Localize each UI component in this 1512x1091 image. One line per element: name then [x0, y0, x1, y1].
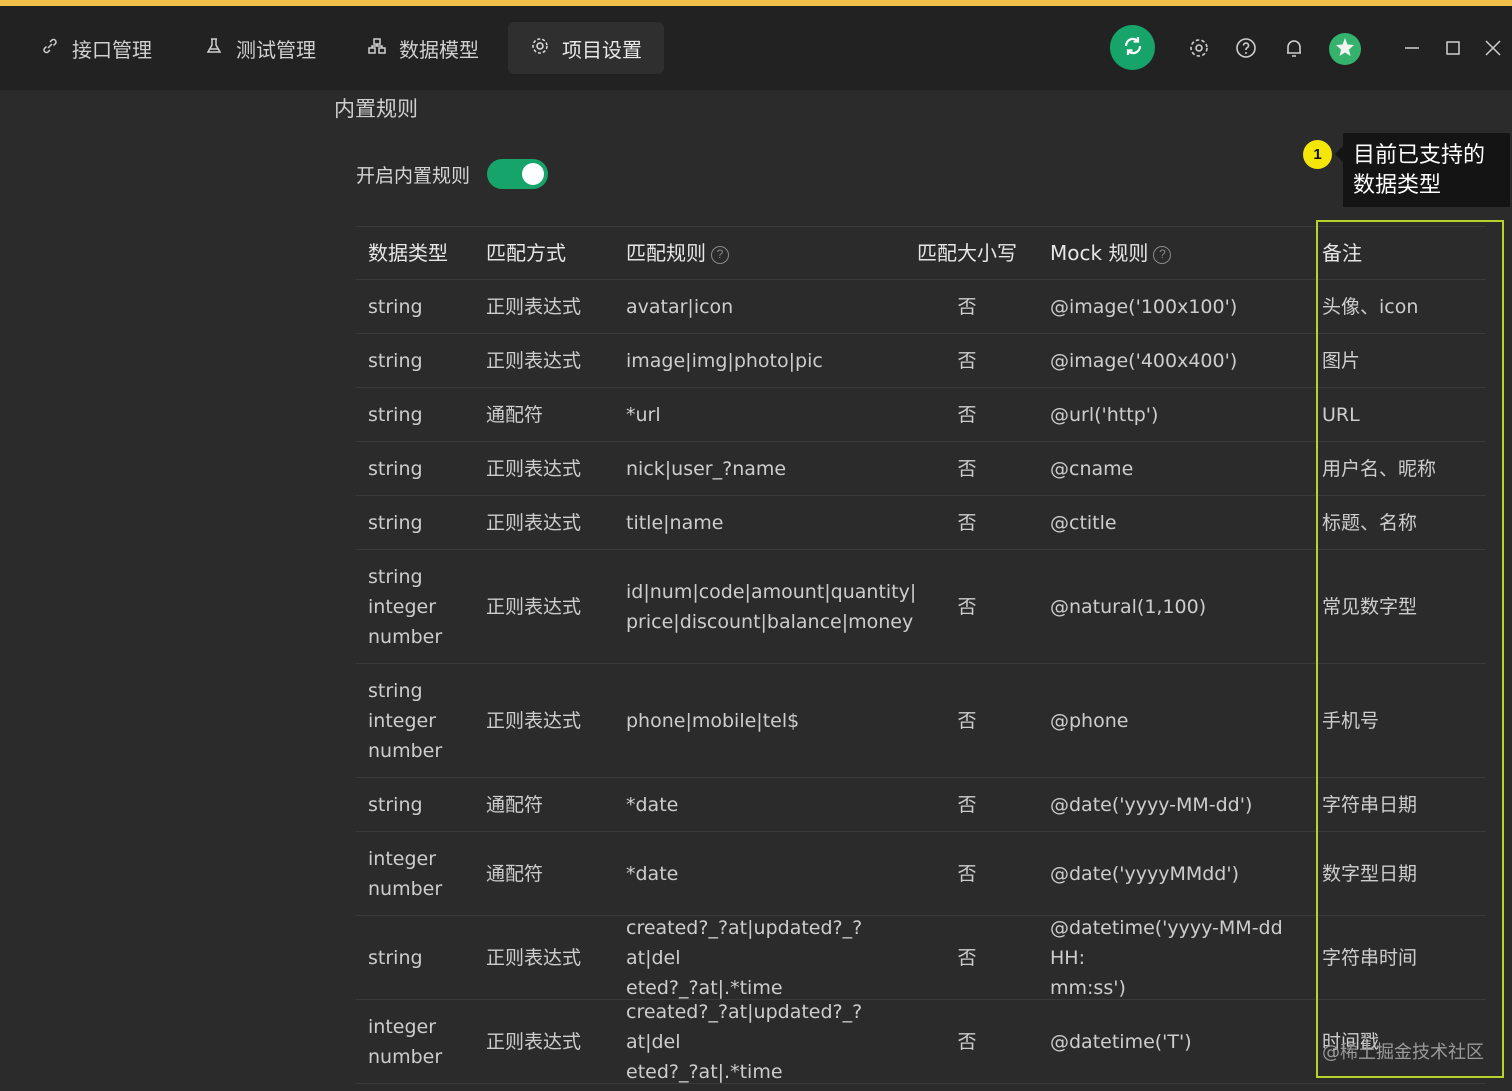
highlight-frame: [1316, 220, 1504, 1078]
cell-case-sensitive: 否: [957, 349, 977, 372]
callout-tooltip: 目前已支持的数据类型: [1343, 133, 1510, 207]
header-mock-rule: Mock 规则?: [1026, 238, 1308, 268]
cell-data-type: string: [368, 349, 423, 372]
cell-mock-rule: @ctitle: [1050, 511, 1117, 534]
cell-match-rule: created?_?at|updated?_?at|del eted?_?at|…: [626, 1000, 863, 1083]
gear-icon: [530, 36, 550, 61]
watermark: @稀土掘金技术社区: [1322, 1042, 1484, 1063]
cell-match-rule: created?_?at|updated?_?at|del eted?_?at|…: [626, 916, 863, 999]
header-match-method: 匹配方式: [486, 241, 566, 265]
tab-label: 测试管理: [236, 37, 316, 62]
cell-match-method: 正则表达式: [486, 295, 582, 318]
cell-match-method: 通配符: [486, 403, 544, 426]
cell-case-sensitive: 否: [957, 295, 977, 318]
minimize-icon[interactable]: [1400, 36, 1424, 60]
cell-data-type: integer number: [368, 847, 443, 900]
header-match-rule-label: 匹配规则: [626, 241, 706, 265]
cell-mock-rule: @phone: [1050, 709, 1129, 732]
cell-match-rule: id|num|code|amount|quantity| price|disco…: [626, 580, 917, 633]
cell-match-rule: avatar|icon: [626, 295, 734, 318]
cell-match-method: 正则表达式: [486, 349, 582, 372]
bell-icon[interactable]: [1282, 36, 1306, 60]
cell-match-method: 正则表达式: [486, 1030, 582, 1053]
header-mock-rule-label: Mock 规则: [1050, 241, 1149, 265]
header-match-rule: 匹配规则?: [614, 238, 908, 268]
cell-match-rule: phone|mobile|tel$: [626, 709, 800, 732]
cell-case-sensitive: 否: [957, 595, 977, 618]
cell-mock-rule: @natural(1,100): [1050, 595, 1207, 618]
cell-data-type: integer number: [368, 1015, 443, 1068]
model-icon: [367, 36, 387, 61]
sync-button[interactable]: [1110, 25, 1155, 70]
question-circle-icon[interactable]: ?: [1153, 246, 1172, 264]
cell-match-method: 通配符: [486, 793, 544, 816]
cell-case-sensitive: 否: [957, 709, 977, 732]
star-icon: [1334, 36, 1356, 62]
titlebar: 接口管理 测试管理 数据模型 项目设置: [0, 6, 1512, 90]
cell-mock-rule: @date('yyyyMMdd'): [1050, 862, 1239, 885]
cell-match-method: 正则表达式: [486, 457, 582, 480]
cell-match-method: 正则表达式: [486, 595, 582, 618]
cell-mock-rule: @datetime('T'): [1050, 1030, 1192, 1053]
cell-mock-rule: @image('100x100'): [1050, 295, 1238, 318]
cell-data-type: string: [368, 946, 423, 969]
cell-match-rule: *url: [626, 403, 661, 426]
cell-match-rule: nick|user_?name: [626, 457, 787, 480]
cell-mock-rule: @image('400x400'): [1050, 349, 1238, 372]
settings-gear-icon[interactable]: [1187, 36, 1211, 60]
callout-arrow: [1335, 146, 1343, 162]
tab-label: 数据模型: [399, 37, 479, 62]
cell-match-rule: *date: [626, 793, 679, 816]
cell-match-method: 通配符: [486, 862, 544, 885]
close-icon[interactable]: [1481, 36, 1505, 60]
question-circle-icon[interactable]: ?: [711, 246, 729, 264]
header-case-sensitive: 匹配大小写: [917, 241, 1017, 265]
cell-match-method: 正则表达式: [486, 946, 582, 969]
avatar[interactable]: [1329, 33, 1361, 65]
cell-mock-rule: @url('http'): [1050, 403, 1159, 426]
header-data-type: 数据类型: [368, 241, 448, 265]
cell-data-type: string: [368, 295, 423, 318]
cell-match-method: 正则表达式: [486, 709, 582, 732]
section-title: 内置规则: [334, 97, 418, 121]
cell-data-type: string: [368, 511, 423, 534]
cell-case-sensitive: 否: [957, 862, 977, 885]
cell-case-sensitive: 否: [957, 511, 977, 534]
cell-mock-rule: @cname: [1050, 457, 1134, 480]
help-icon[interactable]: [1234, 36, 1258, 60]
tab-label: 项目设置: [562, 37, 642, 62]
cell-match-rule: *date: [626, 862, 679, 885]
cell-data-type: string integer number: [368, 679, 443, 762]
cell-mock-rule: @datetime('yyyy-MM-dd HH: mm:ss'): [1050, 916, 1283, 999]
cell-data-type: string: [368, 403, 423, 426]
cell-mock-rule: @date('yyyy-MM-dd'): [1050, 793, 1253, 816]
flask-icon: [204, 36, 224, 61]
cell-case-sensitive: 否: [957, 403, 977, 426]
cell-case-sensitive: 否: [957, 946, 977, 969]
tab-project-settings[interactable]: 项目设置: [508, 22, 664, 74]
cell-data-type: string: [368, 793, 423, 816]
cell-match-rule: image|img|photo|pic: [626, 349, 823, 372]
tab-test-management[interactable]: 测试管理: [182, 22, 338, 74]
link-icon: [40, 36, 60, 61]
cell-case-sensitive: 否: [957, 793, 977, 816]
tab-api-management[interactable]: 接口管理: [18, 22, 174, 74]
cell-match-method: 正则表达式: [486, 511, 582, 534]
cell-case-sensitive: 否: [957, 1030, 977, 1053]
cell-data-type: string integer number: [368, 565, 443, 648]
cell-data-type: string: [368, 457, 423, 480]
cell-match-rule: title|name: [626, 511, 724, 534]
toggle-label: 开启内置规则: [356, 165, 471, 187]
cell-case-sensitive: 否: [957, 457, 977, 480]
maximize-icon[interactable]: [1441, 36, 1465, 60]
refresh-icon: [1121, 34, 1145, 62]
tab-label: 接口管理: [72, 37, 152, 62]
builtin-rules-toggle[interactable]: [487, 159, 548, 189]
callout-badge: 1: [1303, 140, 1332, 169]
tab-data-model[interactable]: 数据模型: [345, 22, 501, 74]
toggle-knob: [522, 163, 544, 185]
